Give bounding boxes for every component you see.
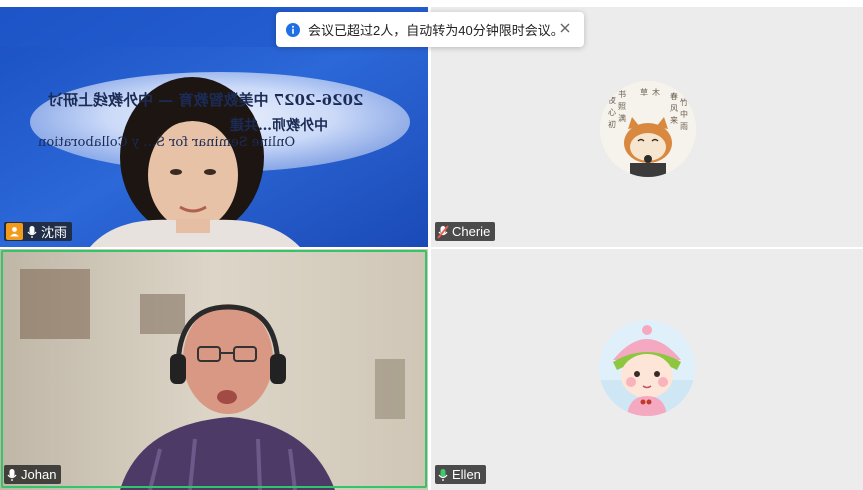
svg-text:木: 木 xyxy=(652,87,660,97)
svg-text:雨: 雨 xyxy=(680,122,688,131)
participant-label-3: Johan xyxy=(4,465,62,484)
video-tile-3[interactable]: Johan xyxy=(0,249,428,490)
svg-text:照: 照 xyxy=(618,102,626,111)
mic-icon xyxy=(26,225,38,239)
svg-text:书: 书 xyxy=(618,89,626,99)
notification-message: 会议已超过2人，自动转为40分钟限时会议。 xyxy=(308,23,564,38)
info-icon xyxy=(286,22,300,37)
close-icon[interactable] xyxy=(558,21,572,35)
svg-text:春: 春 xyxy=(670,91,678,101)
svg-text:中: 中 xyxy=(680,109,688,119)
banner-line-1: 2026-2027 中美数智教育 — 中外教线上研讨 xyxy=(48,91,364,109)
participant-label-2: Cherie xyxy=(435,222,496,241)
participant-name: Ellen xyxy=(452,467,481,482)
banner-line-2: 中外教师…共建 xyxy=(230,118,328,134)
video-grid: 2026-2027 中美数智教育 — 中外教线上研讨 中外教师…共建 Onlin… xyxy=(0,0,863,490)
mic-icon xyxy=(6,468,18,482)
video-tile-4[interactable]: Ellen xyxy=(431,249,863,490)
avatar: 夜心初 书照满 春风来 竹中雨 草木 xyxy=(600,81,696,177)
banner-line-3: Online Seminar for S… y Collaboration xyxy=(38,135,296,150)
svg-text:夜: 夜 xyxy=(608,95,616,105)
participant-label-4: Ellen xyxy=(435,465,486,484)
time-limit-notification: 会议已超过2人，自动转为40分钟限时会议。 xyxy=(276,12,584,47)
svg-text:竹: 竹 xyxy=(680,97,688,107)
svg-text:风: 风 xyxy=(670,104,678,113)
svg-text:草: 草 xyxy=(640,87,648,97)
host-icon xyxy=(6,223,23,240)
participant-name: Cherie xyxy=(452,224,491,239)
mic-muted-icon xyxy=(437,224,449,239)
svg-text:满: 满 xyxy=(618,113,626,123)
svg-text:心: 心 xyxy=(608,108,616,117)
participant-name: 沈雨 xyxy=(41,225,68,240)
participant-name: Johan xyxy=(21,467,57,482)
avatar xyxy=(599,320,695,416)
active-speaker-border xyxy=(1,250,427,488)
participant-label-1: 沈雨 xyxy=(4,222,73,241)
mic-speaking-icon xyxy=(437,468,449,482)
svg-text:初: 初 xyxy=(608,119,616,129)
svg-text:来: 来 xyxy=(670,116,678,125)
